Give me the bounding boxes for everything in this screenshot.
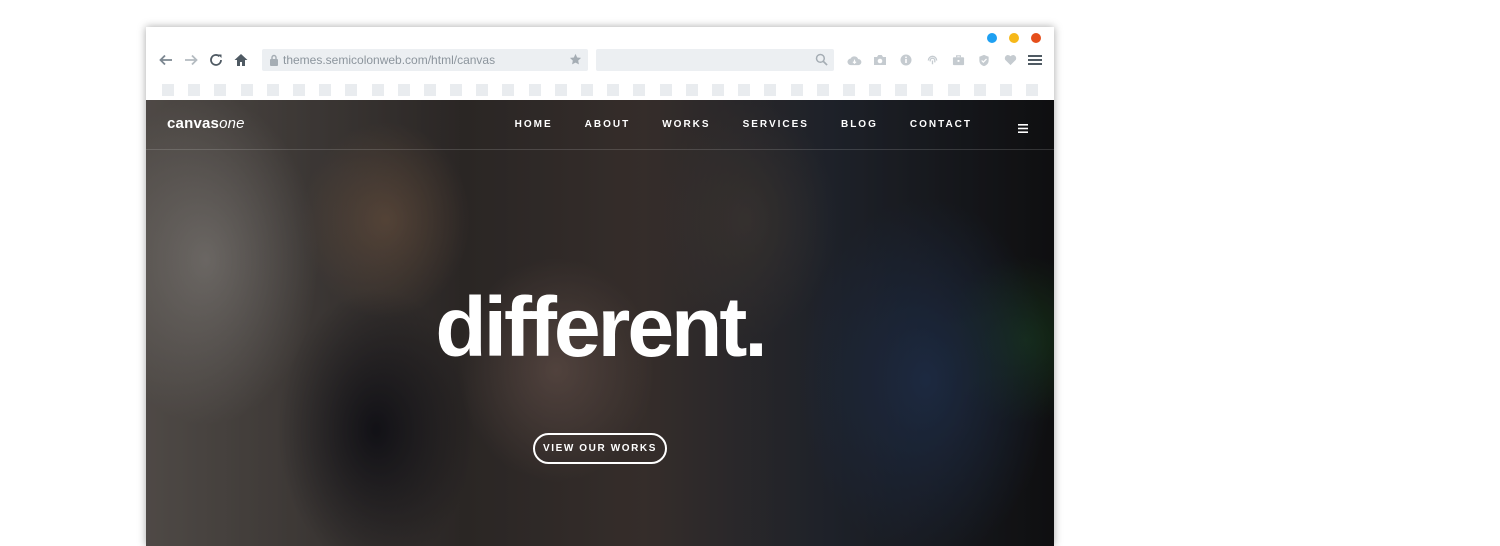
nav-item-works[interactable]: WORKS bbox=[662, 119, 710, 130]
nav-item-blog[interactable]: BLOG bbox=[841, 119, 878, 130]
reload-icon[interactable] bbox=[207, 51, 225, 69]
back-arrow-icon[interactable] bbox=[157, 51, 175, 69]
bookmark-item[interactable] bbox=[266, 84, 279, 96]
cloud-icon[interactable] bbox=[846, 52, 862, 68]
address-bar[interactable]: themes.semicolonweb.com/html/canvas bbox=[262, 49, 588, 71]
search-icon[interactable] bbox=[815, 53, 828, 71]
window-controls bbox=[987, 33, 1041, 43]
bookmark-item[interactable] bbox=[188, 84, 201, 96]
bookmark-item[interactable] bbox=[502, 84, 515, 96]
bookmark-item[interactable] bbox=[816, 84, 829, 96]
shield-icon[interactable] bbox=[976, 52, 992, 68]
browser-window: themes.semicolonweb.com/html/canvas canv… bbox=[146, 27, 1054, 546]
website-hero: canvasone HOME ABOUT WORKS SERVICES BLOG… bbox=[146, 100, 1054, 546]
window-dot-yellow[interactable] bbox=[1009, 33, 1019, 43]
bookmark-item[interactable] bbox=[528, 84, 541, 96]
bookmark-item[interactable] bbox=[659, 84, 672, 96]
bookmark-item[interactable] bbox=[973, 84, 986, 96]
bookmark-item[interactable] bbox=[476, 84, 489, 96]
bookmark-item[interactable] bbox=[214, 84, 227, 96]
bookmark-item[interactable] bbox=[345, 84, 358, 96]
window-dot-red[interactable] bbox=[1031, 33, 1041, 43]
bookmarks-bar bbox=[146, 80, 1054, 100]
fingerprint-icon[interactable] bbox=[924, 52, 940, 68]
bookmark-item[interactable] bbox=[450, 84, 463, 96]
nav-item-services[interactable]: SERVICES bbox=[743, 119, 809, 130]
hamburger-icon[interactable] bbox=[1028, 53, 1042, 71]
bookmark-item[interactable] bbox=[607, 84, 620, 96]
camera-icon[interactable] bbox=[872, 52, 888, 68]
bookmark-item[interactable] bbox=[554, 84, 567, 96]
bookmark-item[interactable] bbox=[764, 84, 777, 96]
logo-text-accent: one bbox=[219, 115, 245, 132]
bookmark-item[interactable] bbox=[685, 84, 698, 96]
nav-item-about[interactable]: ABOUT bbox=[585, 119, 631, 130]
bookmark-item[interactable] bbox=[869, 84, 882, 96]
nav-item-home[interactable]: HOME bbox=[515, 119, 553, 130]
extension-icons bbox=[846, 52, 1018, 68]
bookmark-item[interactable] bbox=[581, 84, 593, 96]
bookmark-item[interactable] bbox=[1026, 84, 1039, 96]
bookmark-item[interactable] bbox=[292, 84, 305, 96]
url-text: themes.semicolonweb.com/html/canvas bbox=[283, 53, 496, 67]
bookmark-item[interactable] bbox=[371, 84, 384, 96]
bookmark-item[interactable] bbox=[895, 84, 908, 96]
site-header: canvasone HOME ABOUT WORKS SERVICES BLOG… bbox=[146, 100, 1054, 150]
bookmark-item[interactable] bbox=[423, 84, 436, 96]
nav-item-contact[interactable]: CONTACT bbox=[910, 119, 972, 130]
lock-icon bbox=[265, 54, 283, 66]
heart-icon[interactable] bbox=[1002, 52, 1018, 68]
bookmark-item[interactable] bbox=[711, 84, 724, 96]
browser-toolbar: themes.semicolonweb.com/html/canvas bbox=[146, 48, 1054, 72]
bookmark-item[interactable] bbox=[633, 84, 646, 96]
site-nav: HOME ABOUT WORKS SERVICES BLOG CONTACT bbox=[483, 119, 972, 130]
view-works-button[interactable]: VIEW OUR WORKS bbox=[533, 433, 667, 464]
home-icon[interactable] bbox=[232, 51, 250, 69]
forward-arrow-icon[interactable] bbox=[182, 51, 200, 69]
hero-title: different. bbox=[435, 280, 767, 374]
bookmark-item[interactable] bbox=[240, 84, 253, 96]
logo-text-main: canvas bbox=[167, 115, 220, 132]
briefcase-icon[interactable] bbox=[950, 52, 966, 68]
bookmark-item[interactable] bbox=[921, 84, 934, 96]
bookmark-item[interactable] bbox=[397, 84, 410, 96]
bookmark-item[interactable] bbox=[842, 84, 855, 96]
star-icon[interactable] bbox=[569, 53, 582, 71]
bookmark-item[interactable] bbox=[790, 84, 803, 96]
bookmark-item[interactable] bbox=[947, 84, 960, 96]
site-logo[interactable]: canvasone bbox=[167, 115, 245, 132]
bookmark-item[interactable] bbox=[162, 84, 174, 96]
bookmark-item[interactable] bbox=[738, 84, 751, 96]
bookmark-item[interactable] bbox=[319, 84, 332, 96]
search-input[interactable] bbox=[596, 49, 834, 71]
bookmark-item[interactable] bbox=[1000, 84, 1012, 96]
window-dot-blue[interactable] bbox=[987, 33, 997, 43]
info-icon[interactable] bbox=[898, 52, 914, 68]
site-menu-icon[interactable] bbox=[1018, 120, 1028, 138]
